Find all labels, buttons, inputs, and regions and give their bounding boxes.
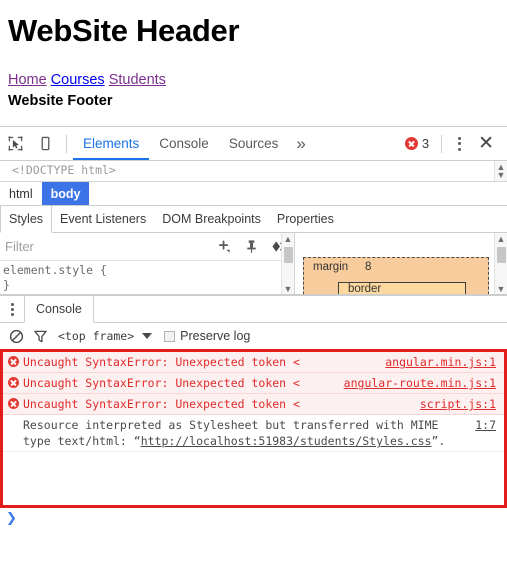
- scroll-up-icon-2[interactable]: ▲: [495, 233, 507, 244]
- console-message-source[interactable]: 1:7: [475, 417, 504, 433]
- filter-icon[interactable]: [28, 326, 52, 346]
- tab-sources[interactable]: Sources: [219, 127, 289, 160]
- scroll-down-icon[interactable]: ▼: [282, 283, 294, 294]
- console-message-source[interactable]: script.js:1: [420, 396, 504, 412]
- styles-filter-input[interactable]: Filter: [0, 239, 211, 254]
- scroll-thumb[interactable]: [284, 247, 293, 263]
- breadcrumb: html body: [0, 182, 507, 206]
- box-model-border[interactable]: border: [338, 282, 466, 294]
- console-warning-text-after: ”.: [431, 434, 446, 448]
- toolbar-divider: [66, 134, 67, 153]
- box-model-margin-label: margin: [313, 261, 349, 273]
- console-messages-list: Uncaught SyntaxError: Unexpected token <…: [0, 349, 507, 508]
- console-message-row[interactable]: Uncaught SyntaxError: Unexpected token <…: [3, 352, 504, 373]
- scroll-down-icon-2[interactable]: ▼: [495, 283, 507, 294]
- error-icon: [3, 396, 23, 409]
- preserve-log-checkbox[interactable]: [164, 330, 176, 342]
- drawer-tab-bar: Console: [0, 295, 507, 323]
- box-model-border-label: border: [348, 283, 382, 294]
- tab-styles[interactable]: Styles: [0, 206, 53, 233]
- tab-event-listeners[interactable]: Event Listeners: [52, 206, 154, 232]
- box-model-margin-row: margin 8: [304, 261, 488, 273]
- pin-icon[interactable]: [238, 239, 265, 254]
- console-message-text: Uncaught SyntaxError: Unexpected token <: [23, 376, 300, 390]
- error-circle-icon: [404, 137, 418, 150]
- box-model-scrollbar[interactable]: ▲ ▼: [494, 233, 507, 294]
- style-rule-line-open: element.style {: [3, 263, 107, 277]
- scroll-up-icon[interactable]: ▲: [282, 233, 294, 244]
- styles-pane: Filter element.style {} ▲ ▼ margin 8 bo…: [0, 233, 507, 295]
- devtools-panel: Elements Console Sources » 3 ✕ <!DOCTYPE…: [0, 126, 507, 563]
- drawer-tab-console[interactable]: Console: [24, 296, 94, 323]
- console-filter-bar: <top frame> Preserve log: [0, 323, 507, 349]
- style-rule-line-close: }: [3, 278, 10, 292]
- device-toolbar-icon[interactable]: [30, 130, 60, 158]
- execution-context-selector[interactable]: <top frame>: [58, 329, 153, 343]
- console-warning-link[interactable]: http://localhost:51983/students/Styles.c…: [141, 434, 432, 448]
- console-message-row[interactable]: Uncaught SyntaxError: Unexpected token <…: [3, 373, 504, 394]
- breadcrumb-item-body[interactable]: body: [41, 182, 90, 205]
- element-style-rule[interactable]: element.style { }: [0, 261, 294, 293]
- console-message-row[interactable]: Resource interpreted as Stylesheet but t…: [3, 415, 504, 452]
- scroll-thumb-2[interactable]: [497, 247, 506, 263]
- styles-pane-scrollbar[interactable]: ▲ ▼: [281, 233, 294, 294]
- error-count-value: 3: [421, 136, 430, 151]
- error-icon: [3, 354, 23, 367]
- webpage-content: WebSite Header Home Courses Students Websi…: [0, 13, 507, 126]
- toolbar-right-group: 3 ✕: [404, 134, 507, 153]
- more-options-icon[interactable]: [448, 136, 471, 151]
- close-icon[interactable]: ✕: [471, 134, 501, 153]
- preserve-log-toggle[interactable]: Preserve log: [164, 329, 250, 343]
- console-input-prompt[interactable]: ❯: [0, 508, 507, 528]
- tab-console[interactable]: Console: [149, 127, 219, 160]
- box-model-margin-value[interactable]: 8: [365, 261, 371, 273]
- error-icon: [3, 375, 23, 388]
- tab-dom-breakpoints[interactable]: DOM Breakpoints: [154, 206, 269, 232]
- page-footer: Website Footer: [8, 93, 113, 109]
- breadcrumb-item-html[interactable]: html: [0, 182, 42, 205]
- tab-properties[interactable]: Properties: [269, 206, 342, 232]
- devtools-toolbar: Elements Console Sources » 3 ✕: [0, 127, 507, 161]
- console-message-text: Resource interpreted as Stylesheet but t…: [3, 417, 475, 449]
- styles-rules-pane: Filter element.style {} ▲ ▼: [0, 233, 295, 294]
- console-message-source[interactable]: angular.min.js:1: [385, 354, 504, 370]
- add-new-rule-icon[interactable]: [211, 239, 238, 254]
- box-model-margin[interactable]: margin 8 border: [303, 257, 489, 294]
- execution-context-label: <top frame>: [58, 329, 135, 343]
- drawer-options-icon[interactable]: [0, 296, 24, 322]
- console-message-source[interactable]: angular-route.min.js:1: [344, 375, 504, 391]
- doctype-line: <!DOCTYPE html>: [12, 163, 116, 177]
- tab-elements[interactable]: Elements: [73, 127, 150, 160]
- prompt-chevron-icon: ❯: [6, 510, 17, 526]
- scroll-updown-icon: ▲ ▼: [496, 162, 506, 180]
- page-title: WebSite Header: [8, 13, 240, 48]
- nav-link-home[interactable]: Home: [8, 72, 47, 88]
- console-message-text: Uncaught SyntaxError: Unexpected token <: [23, 397, 300, 411]
- console-message-text: Uncaught SyntaxError: Unexpected token <: [23, 355, 300, 369]
- preserve-log-label: Preserve log: [180, 329, 251, 343]
- dom-tree-view[interactable]: <!DOCTYPE html> ▲ ▼: [0, 161, 507, 182]
- nav-link-students[interactable]: Students: [109, 72, 166, 88]
- error-count-badge[interactable]: 3: [404, 136, 430, 151]
- chevron-down-icon: [142, 333, 153, 339]
- styles-filter-bar: Filter: [0, 233, 294, 261]
- clear-console-icon[interactable]: [4, 326, 28, 346]
- site-navigation: Home Courses Students: [8, 71, 499, 89]
- inspect-element-icon[interactable]: [0, 130, 30, 158]
- console-message-row[interactable]: Uncaught SyntaxError: Unexpected token <…: [3, 394, 504, 415]
- styles-sidebar-tabs: Styles Event Listeners DOM Breakpoints P…: [0, 206, 507, 233]
- toolbar-divider-2: [441, 134, 443, 153]
- more-tabs-icon[interactable]: »: [288, 134, 313, 154]
- dom-tree-scrollbar[interactable]: ▲ ▼: [494, 161, 507, 181]
- nav-link-courses[interactable]: Courses: [51, 72, 105, 88]
- box-model-pane: margin 8 border ▲ ▼: [295, 233, 507, 294]
